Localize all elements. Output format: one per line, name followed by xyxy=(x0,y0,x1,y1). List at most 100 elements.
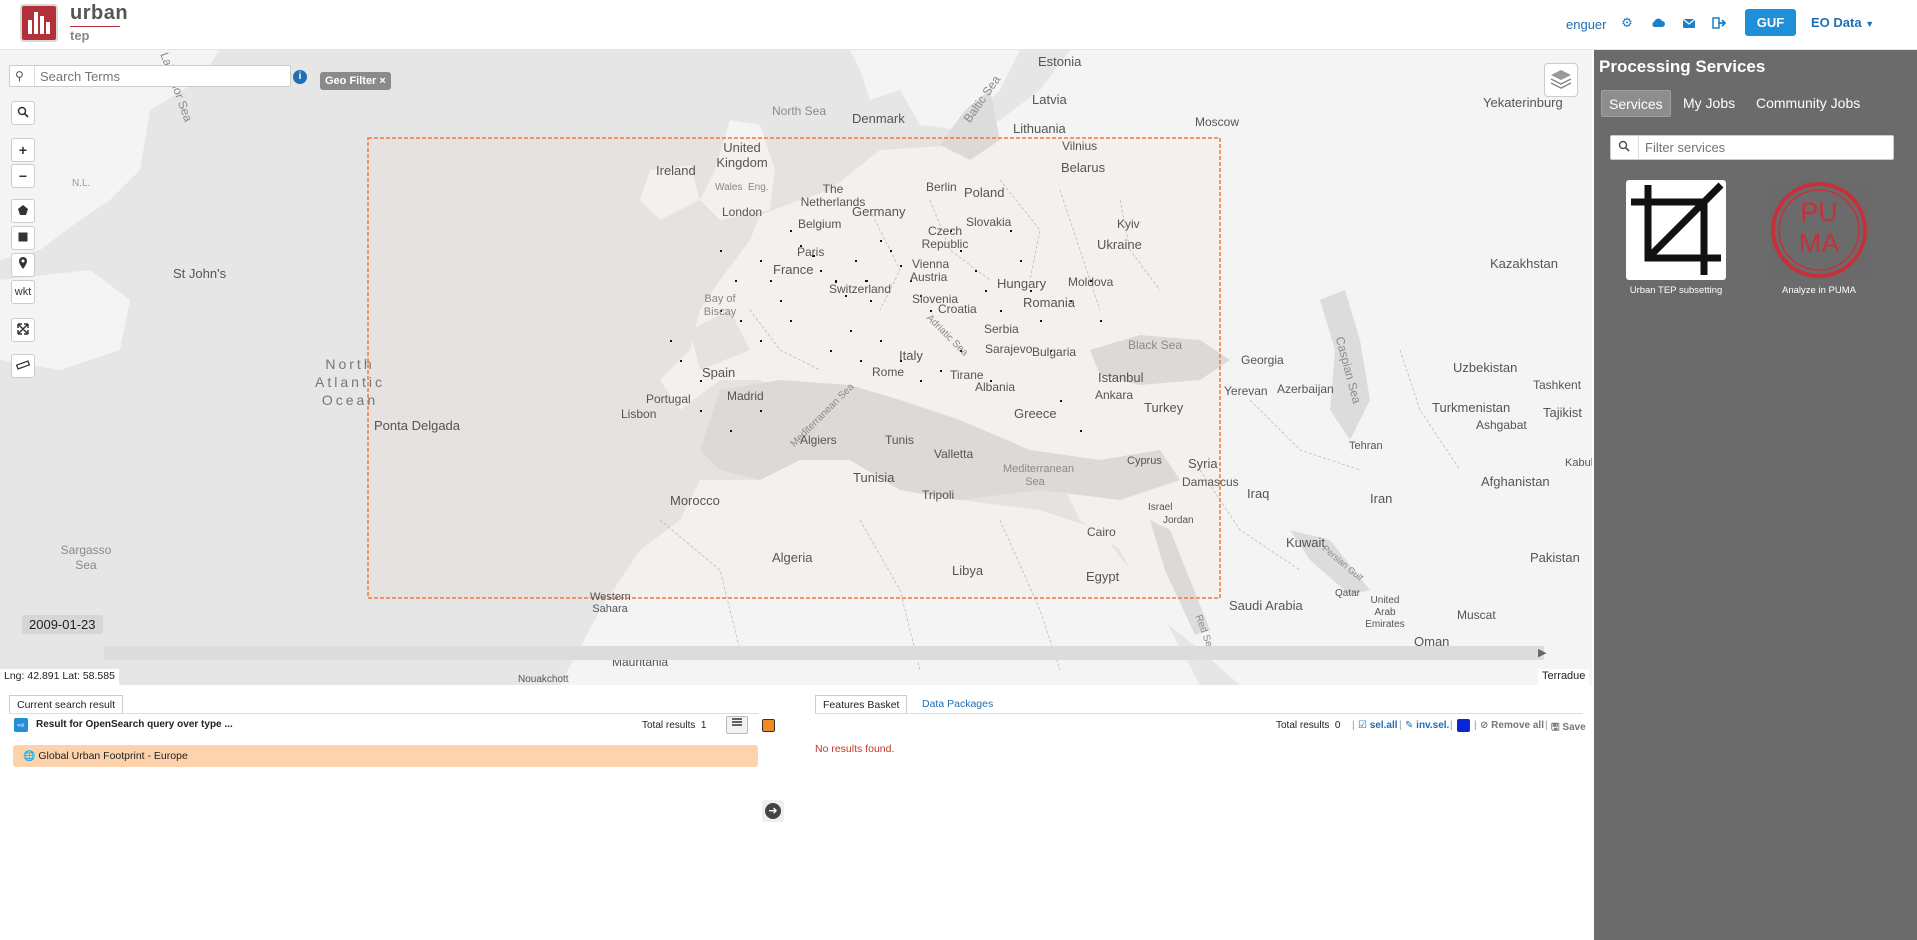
timeline-bar[interactable] xyxy=(104,646,1544,660)
map-search-bar: ⚲ xyxy=(9,65,291,87)
service-analyze-in-puma[interactable]: PU MA Analyze in PUMA xyxy=(1769,180,1869,296)
save-button[interactable]: 🖫 Save xyxy=(1551,720,1586,737)
arrow-right-icon: ➜ xyxy=(765,803,781,819)
processing-services-panel: Processing Services Services My Jobs Com… xyxy=(1594,50,1917,940)
map-label: Vilnius xyxy=(1062,139,1098,153)
map-label: Cairo xyxy=(1087,525,1116,539)
gear-icon[interactable]: ⚙ xyxy=(1619,15,1635,31)
send-to-basket-button[interactable]: ➜ xyxy=(762,800,784,822)
zoom-in-button[interactable]: + xyxy=(11,138,35,162)
map-label: Tunisia xyxy=(853,470,895,485)
map-label: Turkmenistan xyxy=(1432,400,1511,415)
map-attribution: Terradue xyxy=(1538,669,1590,685)
tab-services[interactable]: Services xyxy=(1601,90,1671,117)
draw-point-button[interactable] xyxy=(11,253,35,277)
map-label: France xyxy=(773,262,814,277)
map-label: Ukraine xyxy=(1097,237,1142,252)
fullscreen-button[interactable] xyxy=(11,318,35,342)
result-item-label: Global Urban Footprint - Europe xyxy=(38,750,188,762)
map-label: Syria xyxy=(1188,456,1218,471)
total-results-left: Total results 1 xyxy=(642,720,706,731)
search-input[interactable] xyxy=(40,68,270,84)
tab-features-basket[interactable]: Features Basket xyxy=(815,695,908,713)
puma-logo-text: PU MA xyxy=(1798,197,1840,258)
map-label: Cyprus xyxy=(1127,455,1162,467)
map-label: Belarus xyxy=(1061,160,1106,175)
geo-filter-badge[interactable]: Geo Filter × xyxy=(320,72,391,90)
tab-community-jobs[interactable]: Community Jobs xyxy=(1749,90,1867,117)
map-label: Hungary xyxy=(997,276,1047,291)
invert-selection-button[interactable]: ✎ inv.sel. xyxy=(1405,720,1449,731)
no-results-message: No results found. xyxy=(815,743,895,755)
map-search-button[interactable] xyxy=(11,101,35,125)
crop-icon xyxy=(1626,180,1726,280)
share-icon[interactable]: ⇨ xyxy=(14,718,28,732)
map-viewer[interactable]: Labrador Sea N.L. Estonia Latvia Lithuan… xyxy=(0,50,1592,685)
map-label: Ashgabat xyxy=(1476,418,1527,432)
urban-tep-logo[interactable] xyxy=(20,4,58,42)
map-label: N.L. xyxy=(72,178,91,189)
zoom-out-button[interactable]: − xyxy=(11,164,35,188)
map-label: Iran xyxy=(1370,491,1393,506)
layer-color-swatch[interactable] xyxy=(762,719,775,732)
tab-current-search-result[interactable]: Current search result xyxy=(9,695,124,713)
tab-data-packages[interactable]: Data Packages xyxy=(915,695,1000,713)
envelope-icon[interactable] xyxy=(1681,15,1697,31)
cloud-icon[interactable] xyxy=(1650,15,1666,31)
map-label: Belgium xyxy=(798,217,842,231)
remove-all-button[interactable]: ⊘ Remove all xyxy=(1480,720,1544,731)
map-label: Pakistan xyxy=(1530,550,1580,565)
map-label: Kabul xyxy=(1565,457,1592,469)
logo-word-tep: tep xyxy=(70,28,90,43)
map-label: Rome xyxy=(872,365,905,379)
map-label: Libya xyxy=(952,563,984,578)
layers-button[interactable] xyxy=(1544,63,1578,97)
map-label: Estonia xyxy=(1038,54,1082,69)
wkt-button[interactable]: wkt xyxy=(11,280,35,304)
map-label: Egypt xyxy=(1086,569,1120,584)
expand-icon xyxy=(17,323,29,335)
layers-icon xyxy=(1550,70,1572,89)
map-label: Ireland xyxy=(656,163,696,178)
map-label: Spain xyxy=(702,365,736,380)
map-label: Moscow xyxy=(1195,115,1240,129)
eo-data-menu[interactable]: EO Data ▼ xyxy=(1811,15,1874,30)
sign-out-icon[interactable] xyxy=(1711,15,1727,31)
separator: | xyxy=(1352,720,1355,731)
info-icon[interactable]: i xyxy=(293,70,307,84)
map-label: Tunis xyxy=(885,433,914,447)
map-label: Turkey xyxy=(1144,400,1184,415)
invert-selection-label: inv.sel. xyxy=(1416,720,1450,731)
measure-button[interactable] xyxy=(11,354,35,378)
result-item[interactable]: 🌐 Global Urban Footprint - Europe xyxy=(13,745,758,767)
map-label: St John's xyxy=(173,266,227,281)
select-all-button[interactable]: ☑ sel.all xyxy=(1358,720,1398,731)
total-results-count: 0 xyxy=(1334,720,1341,731)
basket-color-swatch[interactable] xyxy=(1457,719,1470,732)
timeline-next-icon[interactable]: ▶ xyxy=(1538,646,1546,659)
list-view-button[interactable] xyxy=(726,716,748,734)
map-label: Latvia xyxy=(1032,92,1067,107)
draw-polygon-button[interactable] xyxy=(11,199,35,223)
total-results-right: Total results 0 xyxy=(1276,720,1340,731)
service-urban-tep-subsetting[interactable]: Urban TEP subsetting xyxy=(1626,180,1726,296)
total-results-count: 1 xyxy=(700,720,707,731)
logo-word-urban: urban xyxy=(70,2,129,24)
map-label: Tehran xyxy=(1349,440,1383,452)
guf-button[interactable]: GUF xyxy=(1745,9,1796,36)
divider xyxy=(34,66,35,86)
map-label: Mediterranean Sea xyxy=(1003,463,1074,488)
list-icon xyxy=(732,718,742,726)
tab-my-jobs[interactable]: My Jobs xyxy=(1676,90,1742,117)
divider xyxy=(9,713,759,714)
map-label: United Kingdom xyxy=(716,140,768,170)
username-link[interactable]: enguer xyxy=(1566,17,1606,32)
map-label: Damascus xyxy=(1182,475,1239,489)
map-label: Algiers xyxy=(800,433,837,447)
map-label: Kazakhstan xyxy=(1490,256,1558,271)
map-label: Bulgaria xyxy=(1032,345,1077,359)
draw-rectangle-button[interactable] xyxy=(11,226,35,250)
filter-services-input[interactable] xyxy=(1645,140,1885,155)
map-label: Morocco xyxy=(670,493,720,508)
map-label: Azerbaijan xyxy=(1277,382,1334,396)
